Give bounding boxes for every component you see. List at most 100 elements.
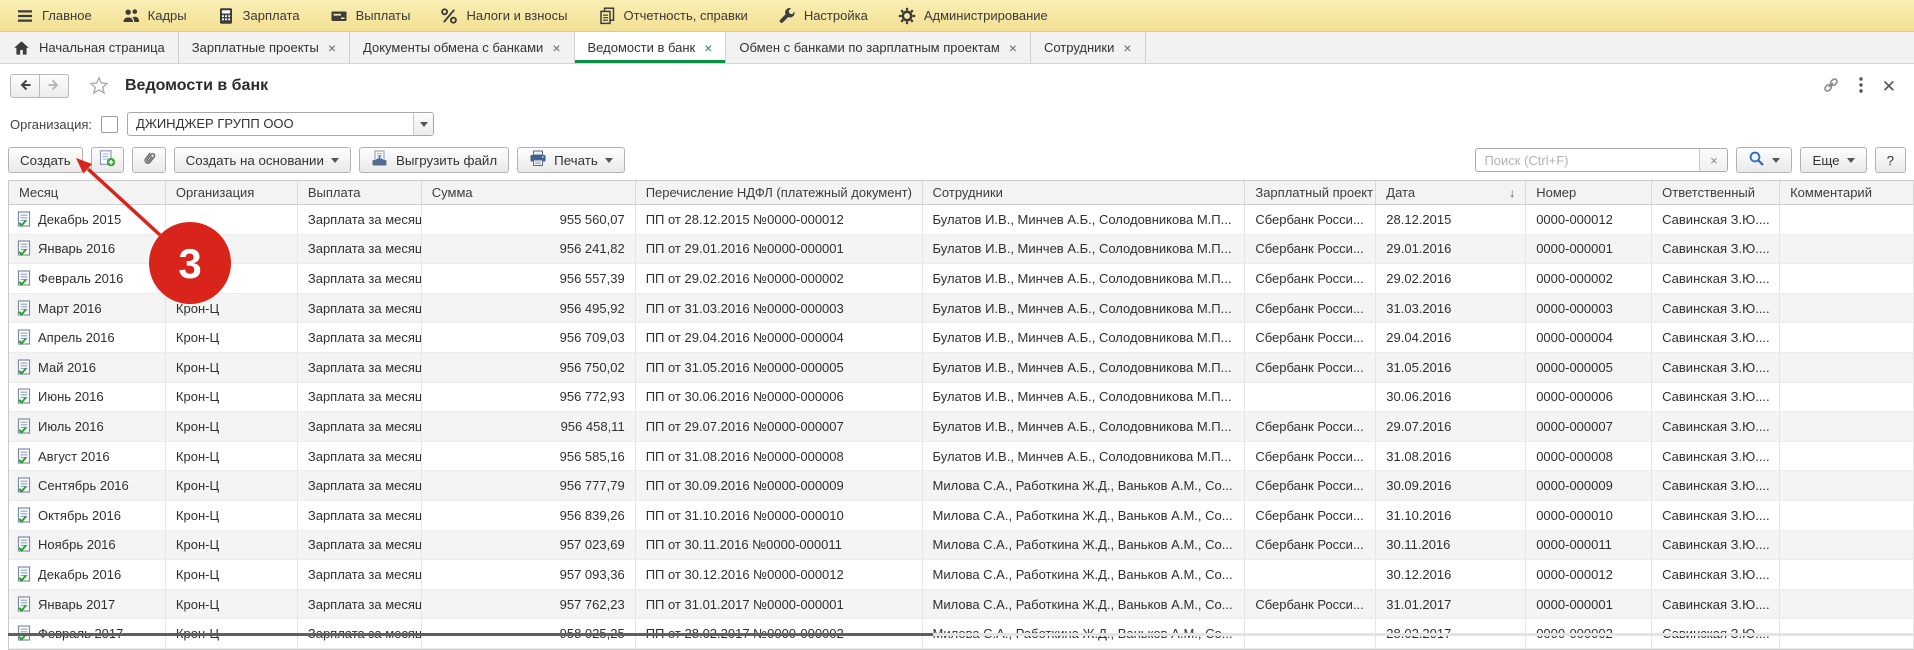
attachments-button[interactable]: [132, 147, 166, 173]
posted-document-icon: [17, 211, 32, 228]
cell-value: 956 839,26: [560, 508, 625, 523]
back-button[interactable]: [10, 74, 40, 98]
cell-responsible: Савинская З.Ю....: [1652, 235, 1780, 264]
column-header-date[interactable]: Дата↓: [1376, 181, 1526, 204]
menu-item-salary[interactable]: Зарплата: [217, 7, 300, 25]
table-row[interactable]: Июль 2016Крон-ЦЗарплата за месяц956 458,…: [9, 412, 1914, 442]
cell-month: Декабрь 2015: [9, 205, 166, 234]
create-button[interactable]: Создать: [8, 147, 83, 173]
table-row[interactable]: Февраль 2016Крон-ЦЗарплата за месяц956 5…: [9, 264, 1914, 294]
table-row[interactable]: Ноябрь 2016Крон-ЦЗарплата за месяц957 02…: [9, 531, 1914, 561]
menu-item-admin[interactable]: Администрирование: [898, 7, 1048, 25]
menu-item-settings[interactable]: Настройка: [778, 7, 868, 25]
cell-project: Сбербанк Росси...: [1245, 323, 1376, 352]
cell-value: Сентябрь 2016: [38, 478, 129, 493]
organization-dropdown-button[interactable]: [413, 113, 433, 135]
calculator-icon: [217, 7, 235, 25]
tab-bank-exchange-docs[interactable]: Документы обмена с банками×: [350, 32, 574, 63]
tab-close-icon[interactable]: ×: [328, 41, 336, 55]
cell-value: ПП от 29.02.2016 №0000-000002: [646, 271, 844, 286]
menu-item-main[interactable]: Главное: [16, 7, 92, 25]
cell-sum: 956 557,39: [422, 264, 636, 293]
favorite-star-icon[interactable]: [89, 76, 109, 96]
cell-value: 0000-000004: [1536, 330, 1613, 345]
table-row[interactable]: Март 2016Крон-ЦЗарплата за месяц956 495,…: [9, 294, 1914, 324]
cell-date: 30.09.2016: [1376, 471, 1526, 500]
cell-payment: Зарплата за месяц: [298, 235, 422, 264]
table-row[interactable]: Апрель 2016Крон-ЦЗарплата за месяц956 70…: [9, 323, 1914, 353]
table-row[interactable]: Май 2016Крон-ЦЗарплата за месяц956 750,0…: [9, 353, 1914, 383]
column-header-org[interactable]: Организация: [166, 181, 298, 204]
cell-employees: Милова С.А., Работкина Ж.Д., Ваньков А.М…: [923, 501, 1246, 530]
table-row[interactable]: Декабрь 2016Крон-ЦЗарплата за месяц957 0…: [9, 560, 1914, 590]
cell-value: Сбербанк Росси...: [1255, 449, 1363, 464]
cell-payment: Зарплата за месяц: [298, 501, 422, 530]
create-new-document-button[interactable]: [91, 147, 124, 173]
cell-value: Зарплата за месяц: [308, 241, 422, 256]
cell-employees: Булатов И.В., Минчев А.Б., Солодовникова…: [923, 294, 1246, 323]
menu-item-payments[interactable]: Выплаты: [330, 7, 411, 25]
cell-payment: Зарплата за месяц: [298, 205, 422, 234]
tab-bank-statements[interactable]: Ведомости в банк×: [575, 32, 727, 63]
tab-employees[interactable]: Сотрудники×: [1031, 32, 1146, 63]
cell-value: 30.11.2016: [1386, 537, 1450, 552]
table-row[interactable]: Сентябрь 2016Крон-ЦЗарплата за месяц956 …: [9, 471, 1914, 501]
cell-date: 29.07.2016: [1376, 412, 1526, 441]
column-header-number[interactable]: Номер: [1526, 181, 1652, 204]
tab-home[interactable]: Начальная страница: [0, 32, 179, 63]
column-header-project[interactable]: Зарплатный проект: [1245, 181, 1376, 204]
cell-org: Крон-Ц: [166, 294, 298, 323]
organization-combobox[interactable]: ДЖИНДЖЕР ГРУПП ООО: [127, 112, 434, 136]
column-header-month[interactable]: Месяц: [9, 181, 166, 204]
cell-project: Сбербанк Росси...: [1245, 412, 1376, 441]
help-button[interactable]: ?: [1875, 147, 1906, 173]
cell-number: 0000-000002: [1526, 264, 1652, 293]
tab-salary-projects[interactable]: Зарплатные проекты×: [179, 32, 350, 63]
column-header-sum[interactable]: Сумма: [422, 181, 636, 204]
table-row[interactable]: Январь 2016Зарплата за месяц956 241,82ПП…: [9, 235, 1914, 265]
column-header-comment[interactable]: Комментарий: [1780, 181, 1914, 204]
posted-document-icon: [17, 240, 32, 257]
more-menu-icon[interactable]: [1858, 76, 1864, 97]
cell-value: Крон-Ц: [176, 597, 219, 612]
more-actions-button[interactable]: Еще: [1800, 147, 1866, 173]
tab-bank-project-exchange[interactable]: Обмен с банками по зарплатным проектам×: [726, 32, 1031, 63]
tab-close-icon[interactable]: ×: [1123, 41, 1131, 55]
column-header-payment[interactable]: Выплата: [298, 181, 422, 204]
tab-close-icon[interactable]: ×: [704, 41, 712, 55]
close-form-icon[interactable]: ✕: [1882, 78, 1896, 95]
search-input[interactable]: [1476, 149, 1699, 171]
tab-label: Начальная страница: [39, 40, 165, 55]
link-icon[interactable]: [1822, 76, 1840, 97]
menu-item-taxes[interactable]: Налоги и взносы: [440, 7, 567, 25]
cell-value: Савинская З.Ю....: [1662, 241, 1770, 256]
menu-item-reports[interactable]: Отчетность, справки: [598, 7, 748, 25]
organization-filter-row: Организация: ДЖИНДЖЕР ГРУПП ООО: [0, 108, 1914, 140]
column-header-responsible[interactable]: Ответственный: [1652, 181, 1780, 204]
create-based-on-button[interactable]: Создать на основании: [174, 147, 351, 173]
table-row[interactable]: Январь 2017Крон-ЦЗарплата за месяц957 76…: [9, 590, 1914, 620]
cell-value: ПП от 30.11.2016 №0000-000011: [646, 537, 842, 552]
clear-search-button[interactable]: ×: [1699, 149, 1727, 171]
table-row[interactable]: Октябрь 2016Крон-ЦЗарплата за месяц956 8…: [9, 501, 1914, 531]
menu-item-hr[interactable]: Кадры: [122, 7, 187, 25]
table-row[interactable]: Август 2016Крон-ЦЗарплата за месяц956 58…: [9, 442, 1914, 472]
cell-number: 0000-000003: [1526, 294, 1652, 323]
table-row[interactable]: Июнь 2016Крон-ЦЗарплата за месяц956 772,…: [9, 383, 1914, 413]
cell-value: Зарплата за месяц: [308, 389, 422, 404]
table-row[interactable]: Декабрь 2015Зарплата за месяц955 560,07П…: [9, 205, 1914, 235]
print-button[interactable]: Печать: [517, 147, 625, 173]
column-header-pp[interactable]: Перечисление НДФЛ (платежный документ): [636, 181, 923, 204]
upload-file-button[interactable]: Выгрузить файл: [359, 147, 509, 173]
column-header-employees[interactable]: Сотрудники: [923, 181, 1246, 204]
tab-close-icon[interactable]: ×: [1009, 41, 1017, 55]
search-options-button[interactable]: [1736, 147, 1792, 173]
cell-value: 957 093,36: [560, 567, 625, 582]
forward-button[interactable]: [40, 74, 69, 98]
print-button-label: Печать: [554, 153, 598, 168]
tab-close-icon[interactable]: ×: [552, 41, 560, 55]
cell-employees: Милова С.А., Работкина Ж.Д., Ваньков А.М…: [923, 590, 1246, 619]
organization-filter-checkbox[interactable]: [101, 116, 118, 133]
cell-value: 0000-000007: [1536, 419, 1613, 434]
posted-document-icon: [17, 477, 32, 494]
